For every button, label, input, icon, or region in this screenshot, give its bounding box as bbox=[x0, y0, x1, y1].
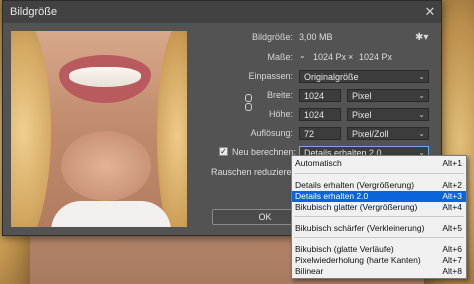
preview-shirt bbox=[51, 201, 171, 227]
rauschen-label: Rauschen reduzieren: bbox=[211, 167, 300, 177]
breite-unit-select[interactable]: Pixel ⌄ bbox=[347, 89, 429, 102]
menu-separator bbox=[294, 173, 464, 174]
menu-item-shortcut: Alt+3 bbox=[442, 191, 462, 201]
preview-chin bbox=[61, 131, 151, 201]
menu-item-label: Details erhalten 2.0 bbox=[295, 191, 369, 201]
menu-item-label: Bikubisch glatter (Vergrößerung) bbox=[295, 202, 418, 212]
aufloesung-label: Auflösung: bbox=[250, 128, 293, 138]
menu-item-bikubisch-schaerfer[interactable]: Bikubisch schärfer (Verkleinerung) Alt+5 bbox=[292, 223, 466, 234]
neu-berechnen-label: Neu berechnen: bbox=[232, 147, 297, 157]
menu-item-label: Pixelwiederholung (harte Kanten) bbox=[295, 255, 421, 265]
resample-menu: Automatisch Alt+1 Details erhalten (Verg… bbox=[291, 155, 467, 279]
bildgroesse-value: 3,00 MB bbox=[299, 32, 333, 42]
menu-item-shortcut: Alt+8 bbox=[442, 266, 462, 276]
hoehe-unit-select[interactable]: Pixel ⌄ bbox=[347, 108, 429, 121]
breite-label: Breite: bbox=[266, 90, 293, 100]
chevron-down-icon: ⌄ bbox=[418, 129, 425, 138]
aufloesung-unit: Pixel/Zoll bbox=[352, 129, 389, 139]
menu-separator bbox=[294, 216, 464, 217]
breite-input[interactable]: 1024 bbox=[299, 89, 341, 102]
dialog-title: Bildgröße bbox=[10, 6, 58, 18]
menu-item-automatisch[interactable]: Automatisch Alt+1 bbox=[292, 158, 466, 169]
preview-hair-right bbox=[157, 31, 187, 227]
breite-unit: Pixel bbox=[352, 91, 372, 101]
menu-item-bikubisch-glatter[interactable]: Bikubisch glatter (Vergrößerung) Alt+4 bbox=[292, 202, 466, 213]
menu-item-bilinear[interactable]: Bilinear Alt+8 bbox=[292, 266, 466, 277]
menu-item-shortcut: Alt+2 bbox=[442, 180, 462, 190]
menu-item-label: Bikubisch schärfer (Verkleinerung) bbox=[295, 223, 425, 233]
masse-height: 1024 Px bbox=[359, 52, 393, 62]
hoehe-label: Höhe: bbox=[268, 109, 293, 119]
neu-berechnen-checkbox[interactable]: ✓ bbox=[219, 147, 228, 156]
aufloesung-input[interactable]: 72 bbox=[299, 127, 341, 140]
menu-item-bikubisch[interactable]: Bikubisch (glatte Verläufe) Alt+6 bbox=[292, 244, 466, 255]
einpassen-select[interactable]: Originalgröße ⌄ bbox=[299, 70, 429, 83]
masse-label: Maße: bbox=[267, 52, 293, 62]
menu-item-shortcut: Alt+1 bbox=[442, 158, 462, 168]
menu-item-details-erhalten[interactable]: Details erhalten (Vergrößerung) Alt+2 bbox=[292, 180, 466, 191]
hoehe-unit: Pixel bbox=[352, 110, 372, 120]
menu-item-details-erhalten-2[interactable]: Details erhalten 2.0 Alt+3 bbox=[292, 191, 466, 202]
menu-separator bbox=[294, 237, 464, 238]
image-preview[interactable] bbox=[11, 31, 187, 227]
menu-item-shortcut: Alt+6 bbox=[442, 244, 462, 254]
menu-item-label: Bilinear bbox=[295, 266, 324, 276]
bildgroesse-label: Bildgröße: bbox=[251, 32, 293, 42]
menu-item-shortcut: Alt+7 bbox=[442, 255, 462, 265]
menu-item-shortcut: Alt+4 bbox=[442, 202, 462, 212]
chevron-down-icon: ⌄ bbox=[418, 72, 425, 81]
einpassen-value: Originalgröße bbox=[304, 72, 359, 82]
close-icon[interactable]: ✕ bbox=[419, 1, 441, 23]
chevron-down-icon: ⌄ bbox=[418, 110, 425, 119]
menu-item-label: Details erhalten (Vergrößerung) bbox=[295, 180, 415, 190]
chevron-down-icon: ⌄ bbox=[418, 91, 425, 100]
masse-x: × bbox=[348, 52, 354, 62]
einpassen-label: Einpassen: bbox=[248, 71, 293, 81]
gear-icon[interactable]: ✱▾ bbox=[415, 32, 428, 43]
menu-item-label: Automatisch bbox=[295, 158, 342, 168]
preview-teeth bbox=[69, 67, 141, 87]
title-bar: Bildgröße ✕ bbox=[3, 1, 441, 23]
chevron-down-icon[interactable]: ⌄ bbox=[299, 51, 306, 60]
masse-width: 1024 Px bbox=[313, 52, 347, 62]
menu-item-shortcut: Alt+5 bbox=[442, 223, 462, 233]
hoehe-input[interactable]: 1024 bbox=[299, 108, 341, 121]
menu-item-pixelwiederholung[interactable]: Pixelwiederholung (harte Kanten) Alt+7 bbox=[292, 255, 466, 266]
preview-hair-left bbox=[11, 31, 51, 227]
menu-item-label: Bikubisch (glatte Verläufe) bbox=[295, 244, 394, 254]
aufloesung-unit-select[interactable]: Pixel/Zoll ⌄ bbox=[347, 127, 429, 140]
